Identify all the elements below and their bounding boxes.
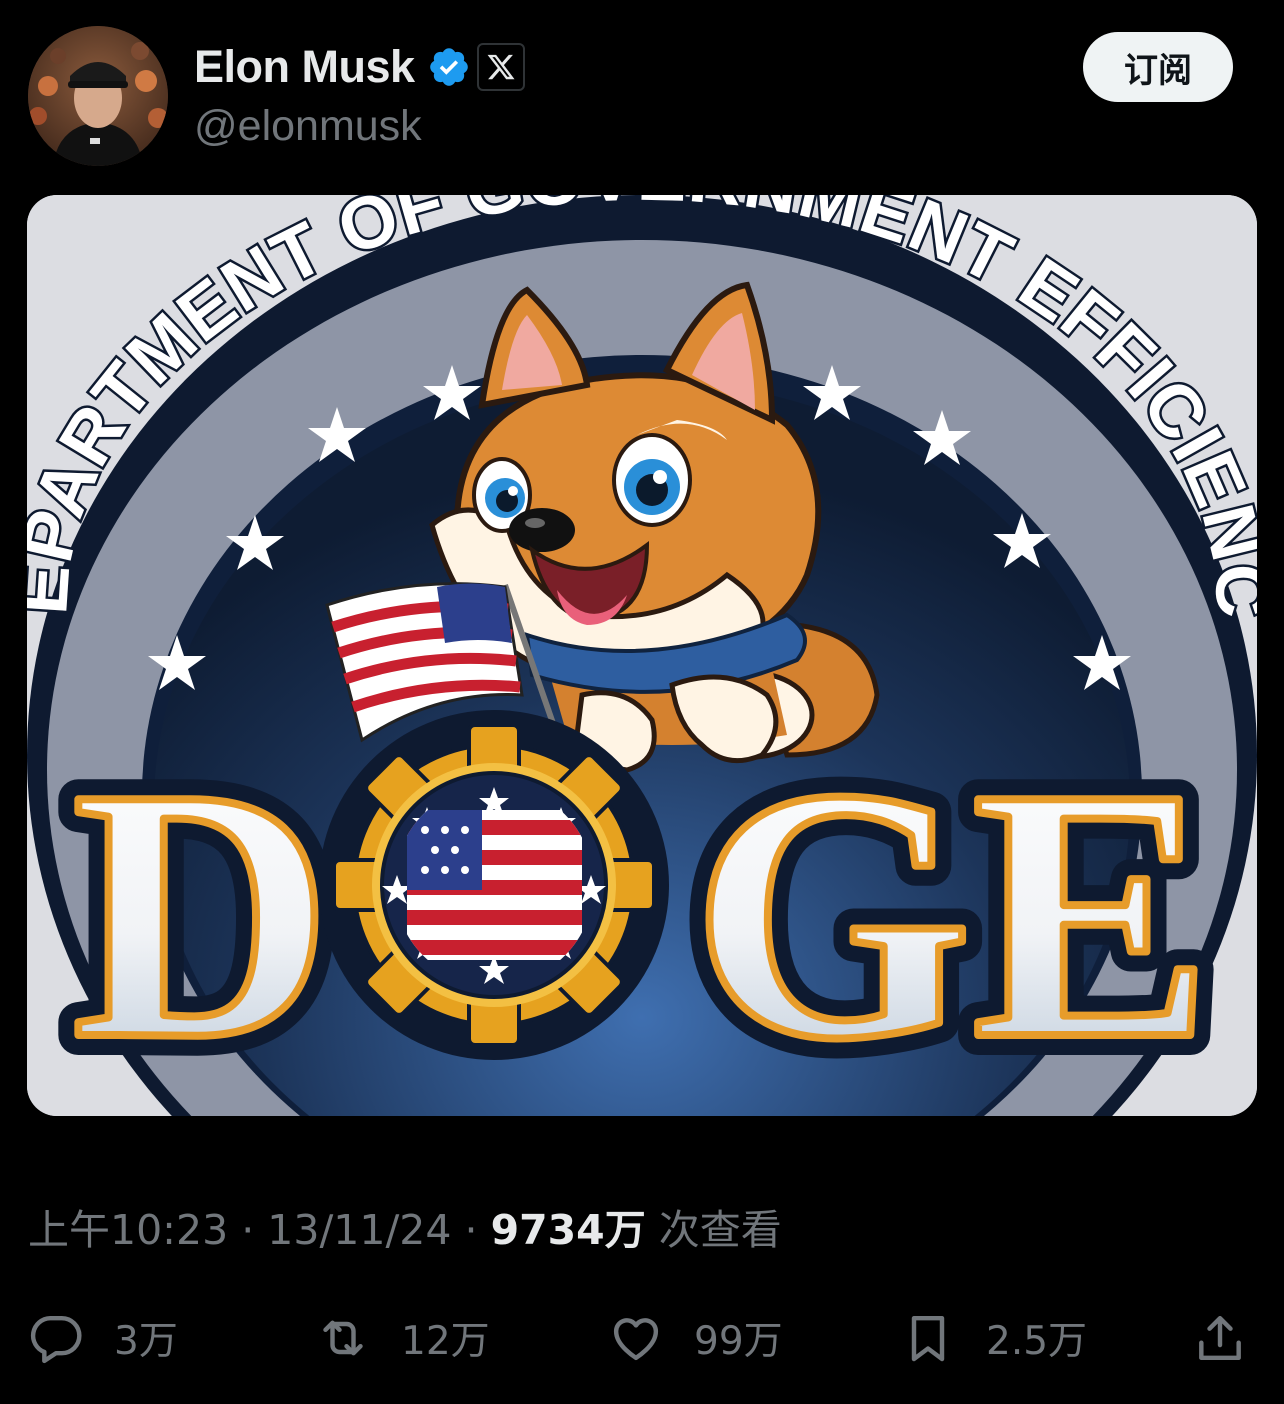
- letter-d: D: [72, 714, 332, 1113]
- meta-separator: ·: [464, 1206, 478, 1254]
- x-logo-icon: [487, 54, 515, 80]
- view-count: 9734万: [490, 1206, 646, 1254]
- bookmark-button[interactable]: 2.5万: [900, 1298, 1087, 1378]
- action-bar: 3万 12万 99万 2.5万: [0, 1298, 1284, 1378]
- repost-button[interactable]: 12万: [315, 1298, 490, 1378]
- meta-separator: ·: [241, 1206, 255, 1254]
- repost-count: 12万: [401, 1319, 490, 1364]
- tweet-date[interactable]: 13/11/24: [267, 1206, 451, 1254]
- subscribe-button[interactable]: 订阅: [1083, 32, 1233, 102]
- like-count: 99万: [694, 1319, 783, 1364]
- bookmark-icon: [911, 1315, 945, 1362]
- tweet-metadata: 上午10:23 · 13/11/24 · 9734万 次查看: [28, 1196, 782, 1256]
- gear-icon: [319, 710, 669, 1060]
- share-button[interactable]: [1192, 1298, 1248, 1378]
- reply-button[interactable]: 3万: [28, 1298, 178, 1378]
- reply-count: 3万: [114, 1319, 178, 1364]
- letters-ge: GE: [692, 714, 1212, 1113]
- bookmark-count: 2.5万: [986, 1319, 1088, 1364]
- x-logo-badge-icon[interactable]: [476, 43, 525, 91]
- share-icon: [1199, 1315, 1241, 1361]
- author-row: Elon Musk: [194, 38, 525, 96]
- avatar-image: [28, 26, 168, 166]
- tweet-time: 上午10:23: [28, 1206, 229, 1254]
- author-name[interactable]: Elon Musk: [194, 41, 415, 93]
- verified-badge-icon[interactable]: [427, 45, 471, 89]
- heart-icon: [613, 1318, 659, 1361]
- like-button[interactable]: 99万: [608, 1298, 783, 1378]
- repost-icon: [323, 1320, 363, 1356]
- doge-logo-illustration: DEPARTMENT OF GOVERNMENT EFFICIENCY: [27, 195, 1257, 1116]
- reply-icon: [30, 1315, 82, 1364]
- author-handle[interactable]: @elonmusk: [194, 102, 422, 151]
- view-count-label: 次查看: [658, 1206, 782, 1254]
- tweet-image[interactable]: DEPARTMENT OF GOVERNMENT EFFICIENCY: [27, 195, 1257, 1116]
- avatar[interactable]: [28, 26, 168, 166]
